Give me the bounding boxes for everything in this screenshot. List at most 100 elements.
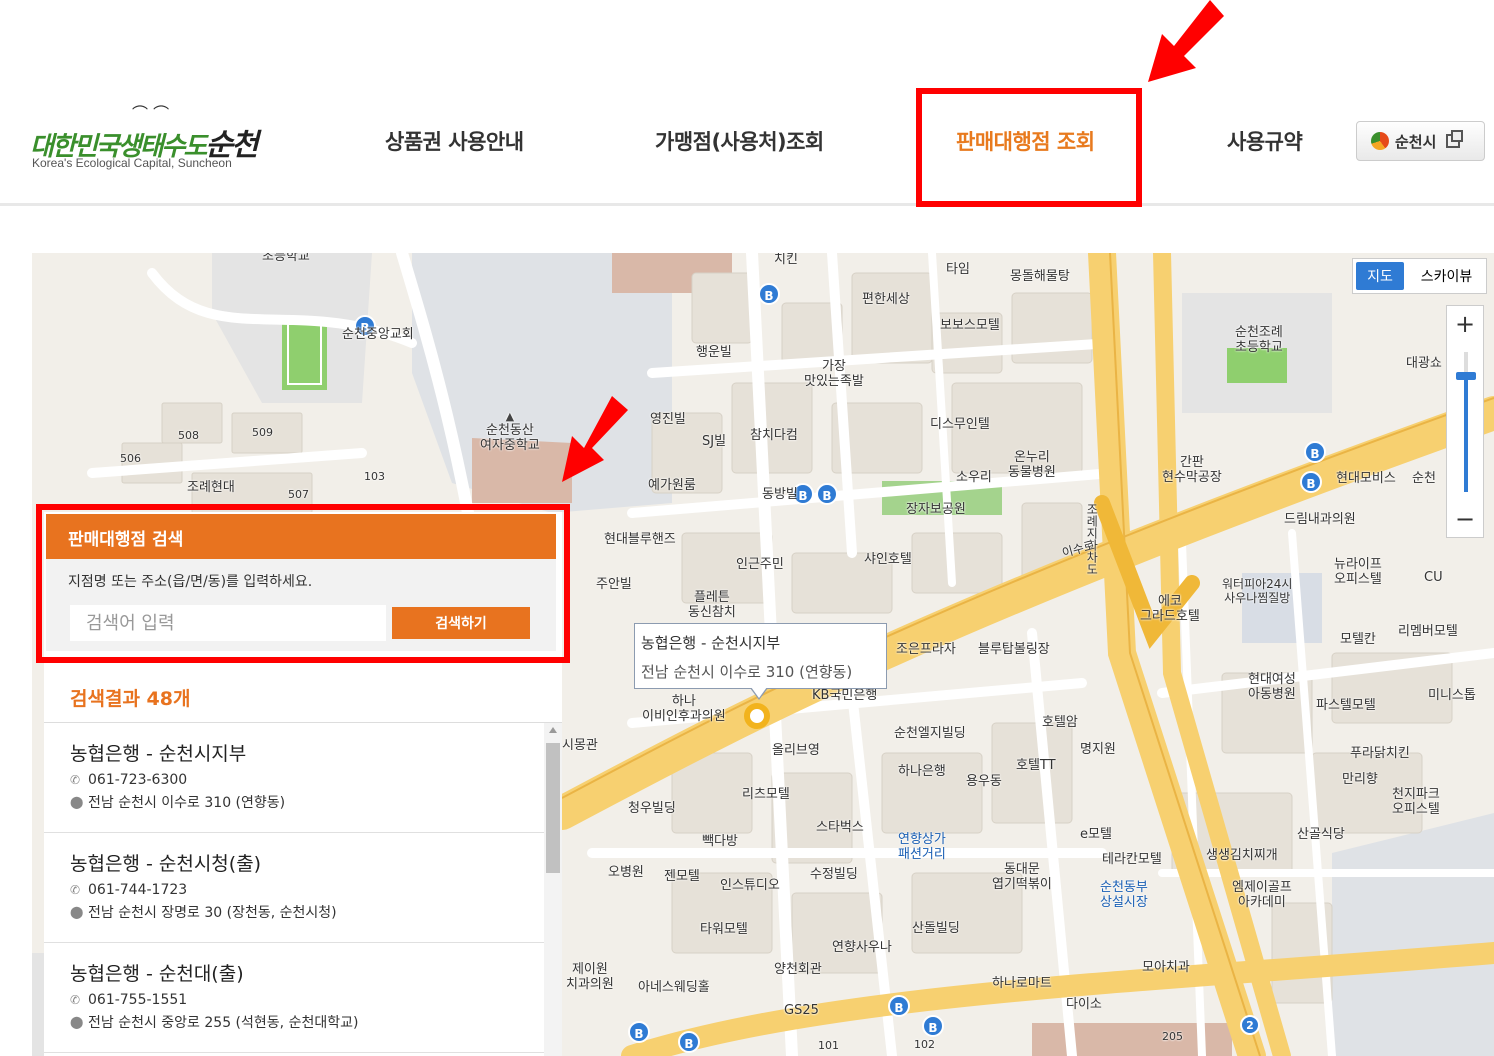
map-label[interactable]: 산골식당 [1297,827,1345,843]
map-label[interactable]: 양천회관 [774,962,822,978]
bus-stop-icon[interactable]: B [922,1015,944,1037]
map-label[interactable]: e모텔 [1080,827,1112,843]
map-label[interactable]: KB국민은행 [812,688,877,704]
map-label[interactable]: 샤인호텔 [864,552,912,568]
list-item[interactable]: 농협은행 - 순천대(출) ✆ 061-755-1551 ⬤ 전남 순천시 중앙로 … [44,943,544,1053]
search-input[interactable] [70,605,386,641]
map-label[interactable]: 조은프라자 [896,642,956,658]
scrollbar-thumb[interactable] [546,743,560,873]
map-label[interactable]: 타임 [946,262,970,278]
map-label[interactable]: ▲ 순천동산 여자중학교 [480,410,540,454]
map-label[interactable]: 천지파크 오피스텔 [1392,787,1440,818]
map-label[interactable]: 현대여성 아동병원 [1248,672,1296,703]
map-label[interactable]: 모텔칸 [1340,632,1376,648]
map-label[interactable]: 보보스모텔 [940,318,1000,334]
map-label[interactable]: 오병원 [608,865,644,881]
map-label[interactable]: 파스텔모텔 [1316,698,1376,714]
bus-stop-icon[interactable]: B [1300,471,1322,493]
map-label[interactable]: 편한세상 [862,292,910,308]
map-label[interactable]: 몽돌해물탕 [1010,269,1070,285]
map-label[interactable]: 동대문 엽기떡볶이 [992,862,1052,893]
map-label[interactable]: 미니스톱 [1428,688,1476,704]
map-label[interactable]: 푸라닭치킨 [1350,746,1410,762]
map-label[interactable]: 호텔암 [1042,715,1078,731]
map-label[interactable]: 장자보공원 [906,502,966,518]
map-label[interactable]: 산돌빌딩 [912,921,960,937]
scroll-up-arrow-icon[interactable] [549,727,557,733]
map-label[interactable]: 온누리 동물병원 [1008,450,1056,481]
map-label[interactable]: 제이원 치과의원 [566,962,614,993]
map-label[interactable]: 아네스웨딩홀 [638,980,710,996]
map-label[interactable]: 연향상가 패션거리 [898,832,946,863]
map-label[interactable]: 인근주민 [736,557,784,573]
map-label[interactable]: 간판 현수막공장 [1162,455,1222,486]
bus-stop-icon[interactable]: B [888,995,910,1017]
site-logo[interactable]: ⌒ ⌒ 대한민국생태수도순천 Korea's Ecological Capita… [30,100,260,175]
list-item[interactable]: 농협은행 - 순천시지부 ✆ 061-723-6300 ⬤ 전남 순천시 이수로 3… [44,723,544,833]
map-label[interactable]: SJ빌 [702,434,726,450]
map-label[interactable]: 블루탑볼링장 [978,642,1050,658]
map-label[interactable]: 치킨 [774,253,798,268]
map-label[interactable]: 시몽관 [562,738,598,754]
map-label[interactable]: 주안빌 [596,577,632,593]
map-label[interactable]: 엠제이골프 아카데미 [1232,880,1292,911]
map-label[interactable]: 현대모비스 [1336,471,1396,487]
map-label[interactable]: 플레튼 동신참치 [688,590,736,621]
nav-voucher-guide[interactable]: 상품권 사용안내 [385,126,524,156]
map-label[interactable]: 현대블루핸즈 [604,532,676,548]
map-label[interactable]: 순천중앙교회 [342,327,414,343]
map-label[interactable]: 행운빌 [696,345,732,361]
map-label[interactable]: 가장 맛있는족발 [804,359,864,390]
map-type-map-button[interactable]: 지도 [1356,262,1404,290]
nav-terms[interactable]: 사용규약 [1227,126,1303,156]
map-label[interactable]: 예가원룸 [648,478,696,494]
map-label[interactable]: 순천 [1412,471,1436,487]
map-label[interactable]: 순천엘지빌딩 [894,726,966,742]
map-label[interactable]: 영진빌 [650,412,686,428]
map-label[interactable]: 뉴라이프 오피스텔 [1334,557,1382,588]
search-button[interactable]: 검색하기 [392,607,530,639]
map-label[interactable]: 생생김치찌개 [1206,848,1278,864]
map-label[interactable]: 디스무인텔 [930,417,990,433]
zoom-out-button[interactable]: − [1447,501,1483,537]
map-label[interactable]: 수정빌딩 [810,867,858,883]
map-label[interactable]: 드림내과의원 [1284,512,1356,528]
zoom-slider-handle[interactable] [1456,372,1476,380]
map-label[interactable]: 다이소 [1066,997,1102,1013]
map-label[interactable]: 하나 이비인후과의원 [642,694,726,725]
map-label[interactable]: 만리향 [1342,772,1378,788]
map-label[interactable]: 하나은행 [898,764,946,780]
map-label[interactable]: 스타벅스 [816,820,864,836]
nav-sales-agent-search[interactable]: 판매대행점 조회 [956,126,1095,156]
map-label[interactable]: 호텔TT [1016,758,1056,774]
map-type-skyview-button[interactable]: 스카이뷰 [1407,259,1486,293]
bus-stop-icon[interactable]: B [678,1031,700,1053]
map-label[interactable]: 연향사우나 [832,940,892,956]
map-label[interactable]: 하나로마트 [992,976,1052,992]
map-label[interactable]: 에코 그라드호텔 [1140,594,1200,625]
map-label[interactable]: 소우리 [956,470,992,486]
bus-stop-icon[interactable]: B [816,483,838,505]
map-label[interactable]: 참치다컴 [750,428,798,444]
map-label[interactable]: 청우빌딩 [628,801,676,817]
map-label[interactable]: GS25 [784,1003,819,1019]
map-label[interactable]: CU [1424,570,1443,586]
map-label[interactable]: 순천동부 상설시장 [1100,880,1148,911]
map-label[interactable]: 대광쇼 [1406,356,1442,372]
bus-stop-icon[interactable]: B [1304,441,1326,463]
nav-merchant-search[interactable]: 가맹점(사용처)조회 [655,126,824,156]
map-info-window[interactable]: 농협은행 - 순천시지부 전남 순천시 이수로 310 (연향동) [634,623,887,689]
bus-stop-icon[interactable]: B [628,1021,650,1043]
map-label[interactable]: 타워모텔 [700,922,748,938]
map-label[interactable]: 올리브영 [772,743,820,759]
results-list[interactable]: 농협은행 - 순천시지부 ✆ 061-723-6300 ⬤ 전남 순천시 이수로 3… [44,723,544,1056]
map-label[interactable]: 인스튜디오 [720,878,780,894]
list-item[interactable]: 농협은행 - 순천시청(출) ✆ 061-744-1723 ⬤ 전남 순천시 장명로… [44,833,544,943]
zoom-in-button[interactable]: + [1447,306,1483,342]
map-label[interactable]: 리멤버모텔 [1398,624,1458,640]
map-label[interactable]: 젠모텔 [664,869,700,885]
map-label[interactable]: 동방빌 [762,487,798,503]
map-label[interactable]: 모아치과 [1142,960,1190,976]
map-label[interactable]: 용우동 [966,774,1002,790]
results-scrollbar[interactable] [544,723,562,1056]
